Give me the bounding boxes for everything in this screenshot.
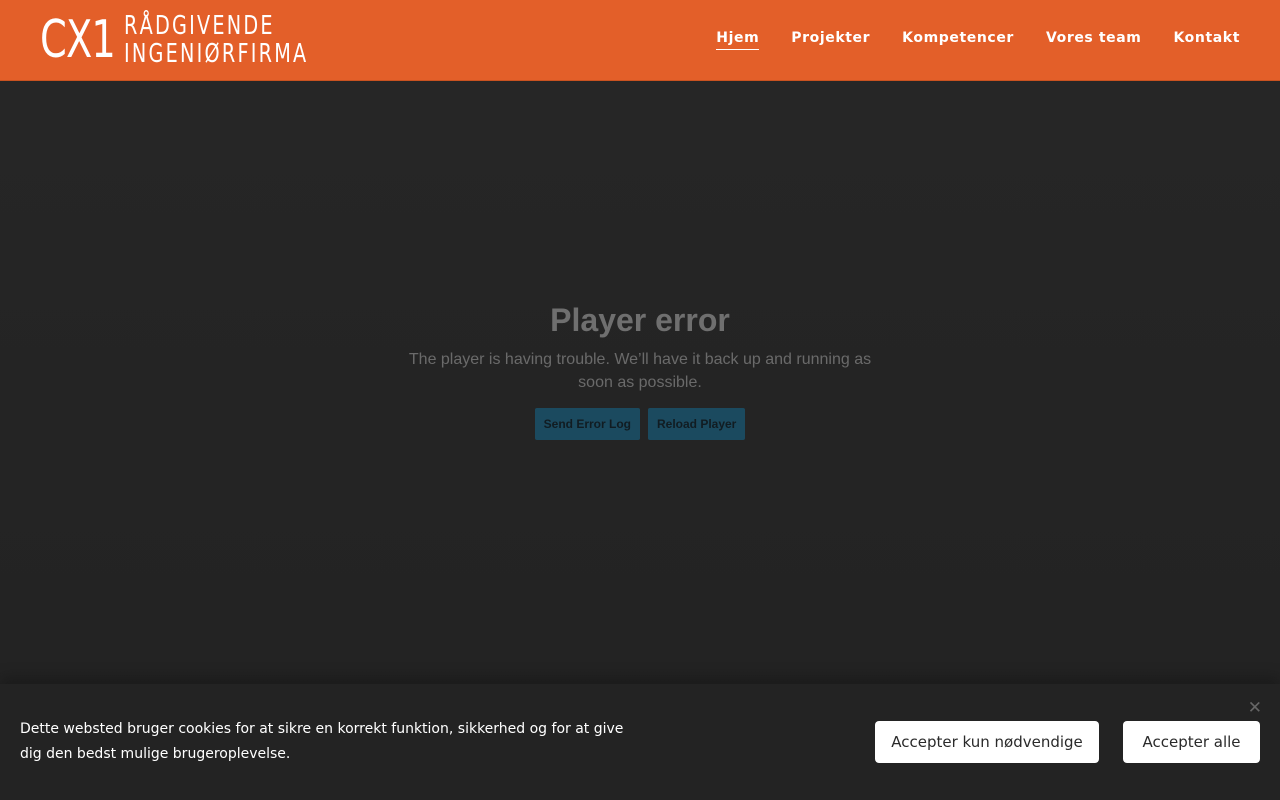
main-nav: Hjem Projekter Kompetencer Vores team Ko… <box>684 0 1240 80</box>
player-error-message: The player is having trouble. We’ll have… <box>408 351 872 391</box>
cookie-banner: Dette websted bruger cookies for at sikr… <box>0 684 1280 800</box>
logo-text: RÅDGIVENDE INGENIØRFIRMA <box>124 11 309 69</box>
site-logo[interactable]: CX1 RÅDGIVENDE INGENIØRFIRMA <box>40 10 364 70</box>
player-error-title: Player error <box>550 302 730 338</box>
site-header: CX1 RÅDGIVENDE INGENIØRFIRMA Hjem Projek… <box>0 0 1280 81</box>
nav-item-projekter[interactable]: Projekter <box>791 30 870 50</box>
nav-item-hjem[interactable]: Hjem <box>716 30 760 50</box>
cookie-text: Dette websted bruger cookies for at sikr… <box>20 721 624 762</box>
player-error-actions: Send Error Log Reload Player <box>390 408 890 440</box>
player-error-panel: Player error The player is having troubl… <box>390 300 890 440</box>
logo-line-1: RÅDGIVENDE <box>124 11 275 41</box>
logo-line-2: INGENIØRFIRMA <box>124 39 309 69</box>
accept-necessary-button[interactable]: Accepter kun nødvendige <box>875 721 1099 763</box>
reload-player-button[interactable]: Reload Player <box>647 408 746 440</box>
close-icon[interactable]: ✕ <box>1248 698 1262 718</box>
nav-item-vores-team[interactable]: Vores team <box>1046 30 1142 50</box>
accept-all-button[interactable]: Accepter alle <box>1123 721 1260 763</box>
logo-mark: CX1 <box>40 10 116 70</box>
nav-item-kontakt[interactable]: Kontakt <box>1173 30 1240 50</box>
nav-item-kompetencer[interactable]: Kompetencer <box>902 30 1014 50</box>
send-error-log-button[interactable]: Send Error Log <box>534 408 640 440</box>
